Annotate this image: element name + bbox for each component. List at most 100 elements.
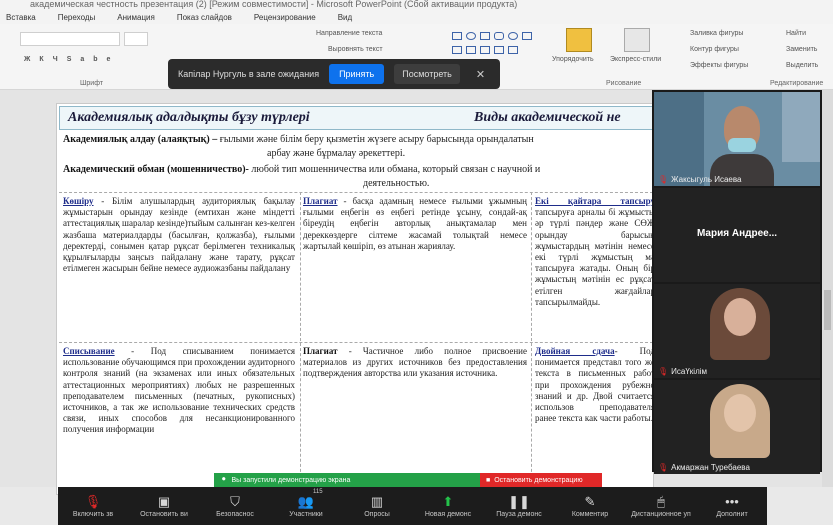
video-tile-participant-1[interactable]: 🎙 Жаксыгуль Исаева: [654, 92, 820, 186]
remote-control-icon: 🖱: [657, 493, 665, 509]
shape-fill-button[interactable]: Заливка фигуры: [690, 30, 743, 37]
mic-muted-icon: 🎙: [658, 463, 669, 472]
unmute-button[interactable]: 🎙 Включить зв: [62, 487, 124, 525]
select-button[interactable]: Выделить: [786, 62, 818, 69]
slide-canvas[interactable]: Академиялық адалдықты бұзу түрлері Виды …: [56, 103, 654, 495]
font-group-label: Шрифт: [80, 80, 104, 87]
face-mask: [728, 138, 756, 152]
polls-icon: ▥: [370, 493, 384, 509]
definition-ru-body: любой тип мошенничества или обмана, кото…: [248, 164, 541, 175]
copying-ru-term: Списывание: [63, 346, 115, 356]
annotate-button[interactable]: ✎ Комментир: [559, 487, 621, 525]
polls-button[interactable]: ▥ Опросы: [346, 487, 408, 525]
rectangle-shape-icon[interactable]: [452, 32, 462, 40]
copying-kz-block: Көшіру - Білім алушылардың аудиториялық …: [63, 196, 295, 274]
mic-off-icon: 🎙: [84, 493, 102, 509]
copying-kz-text: - Білім алушылардың аудиториялық бақылау…: [63, 196, 295, 274]
window-background: [782, 92, 820, 162]
menu-item-animations[interactable]: Анимация: [117, 13, 155, 22]
video-tile-participant-4[interactable]: 🎙 Акмаржан Туребаева: [654, 380, 820, 474]
menu-item-view[interactable]: Вид: [338, 13, 352, 22]
line-shape-icon[interactable]: [480, 32, 490, 40]
circle-shape-icon[interactable]: [508, 32, 518, 40]
star-shape-icon[interactable]: [508, 46, 518, 54]
divider-top: [59, 192, 653, 193]
screen-share-bar: ⏺ Вы запустили демонстрацию экрана ■ Остан…: [214, 473, 602, 487]
copying-kz-term: Көшіру: [63, 196, 94, 206]
meeting-toolbar: 🎙 Включить зв ▣ Остановить ви ⛉ Безопасн…: [58, 487, 767, 525]
pause-icon: ❚❚: [508, 493, 530, 509]
video-icon: ▣: [157, 493, 171, 509]
menu-item-review[interactable]: Рецензирование: [254, 13, 316, 22]
arrange-button[interactable]: Упорядочить: [552, 56, 594, 63]
font-style-buttons[interactable]: ЖКЧSabe: [24, 56, 119, 63]
bookshelf-background: [654, 92, 704, 186]
triangle-shape-icon[interactable]: [452, 46, 462, 54]
font-size-select[interactable]: [124, 32, 148, 46]
menu-item-insert[interactable]: Вставка: [6, 13, 36, 22]
pause-share-button[interactable]: ❚❚ Пауза демонс: [488, 487, 550, 525]
double-submit-kz-block: Екі қайтара тапсыру тапсыруға арналы бі …: [535, 196, 654, 308]
mic-muted-icon: 🎙: [658, 175, 669, 184]
shape-effects-button[interactable]: Эффекты фигуры: [690, 62, 748, 69]
share-status-icon: ⏺: [222, 476, 226, 483]
arrow-shape-icon[interactable]: [466, 46, 476, 54]
arrange-icon: [566, 28, 592, 52]
stop-icon: ■: [486, 476, 491, 484]
slide-title-right: Виды академической не: [474, 110, 621, 125]
plagiarism-ru-text: - Частичное либо полное присвоение матер…: [303, 346, 527, 379]
participants-icon: 👥: [297, 493, 315, 509]
more-icon: •••: [725, 493, 739, 509]
curve-shape-icon[interactable]: [494, 46, 504, 54]
vertical-scrollbar[interactable]: [822, 90, 833, 487]
video-tile-participant-2[interactable]: Мария Андрее...: [654, 188, 820, 282]
rounded-rect-icon[interactable]: [494, 32, 504, 40]
shape-outline-button[interactable]: Контур фигуры: [690, 46, 739, 53]
copying-ru-text: - Под списыванием понимается использован…: [63, 346, 295, 435]
bracket-shape-icon[interactable]: [480, 46, 490, 54]
font-family-select[interactable]: [20, 32, 120, 46]
find-button[interactable]: Найти: [786, 30, 806, 37]
oval-shape-icon[interactable]: [466, 32, 476, 40]
text-direction-button[interactable]: Направление текста: [316, 30, 382, 37]
square-shape-icon[interactable]: [522, 32, 532, 40]
accept-button[interactable]: Принять: [329, 64, 385, 84]
double-submit-ru-term: Двойная сдача: [535, 346, 615, 356]
stop-video-button[interactable]: ▣ Остановить ви: [133, 487, 195, 525]
slide-title-left: Академиялық адалдықты бұзу түрлері: [68, 110, 310, 125]
share-screen-icon: ⬆: [442, 493, 454, 509]
security-button[interactable]: ⛉ Безопаснос: [204, 487, 266, 525]
participant-face: [724, 298, 756, 336]
new-share-button[interactable]: ⬆ Новая демонс: [417, 487, 479, 525]
quick-styles-button[interactable]: Экспресс-стили: [610, 56, 661, 63]
more-button[interactable]: ••• Дополнит: [701, 487, 763, 525]
share-status: ⏺ Вы запустили демонстрацию экрана: [214, 473, 480, 487]
participants-button[interactable]: 👥 115 Участники: [275, 487, 337, 525]
video-tile-participant-3[interactable]: 🎙 ИсаҮкілім: [654, 284, 820, 378]
double-submit-ru-block: Двойная сдача- Под понимается представл …: [535, 346, 654, 424]
definition-ru: Академический обман (мошенничество)- люб…: [63, 164, 653, 176]
drawing-group-label: Рисование: [606, 80, 642, 87]
menu-bar: Вставка Переходы Анимация Показ слайдов …: [0, 10, 833, 24]
annotate-icon: ✎: [584, 493, 596, 509]
menu-item-slideshow[interactable]: Показ слайдов: [177, 13, 232, 22]
double-submit-ru-text: - Под понимается представл того же текст…: [535, 346, 654, 424]
remote-control-button[interactable]: 🖱 Дистанционное уп: [630, 487, 692, 525]
slide-title-bar: Академиялық адалдықты бұзу түрлері Виды …: [59, 106, 653, 130]
plagiarism-ru-block: Плагиат - Частичное либо полное присвоен…: [303, 346, 527, 380]
definition-kz: Академиялық алдау (алаяқтық) – ғылыми жә…: [63, 134, 653, 146]
quick-styles-icon: [624, 28, 650, 52]
align-text-button[interactable]: Выровнять текст: [328, 46, 383, 53]
definition-ru-head: Академический обман (мошенничество)-: [63, 164, 249, 175]
menu-item-transitions[interactable]: Переходы: [58, 13, 96, 22]
view-button[interactable]: Посмотреть: [394, 64, 460, 84]
plagiarism-kz-block: Плагиат - басқа адамның немесе ғылыми ұж…: [303, 196, 527, 252]
double-submit-kz-text: тапсыруға арналы бі жұмысты әр түрлі пән…: [535, 207, 654, 307]
window-title: академическая честность презентация (2) …: [0, 0, 833, 10]
replace-button[interactable]: Заменить: [786, 46, 817, 53]
stop-share-button[interactable]: ■ Остановить демонстрацию: [480, 473, 602, 487]
editing-group-label: Редактирование: [770, 80, 824, 87]
shield-icon: ⛉: [230, 493, 240, 509]
close-icon[interactable]: ✕: [476, 68, 485, 81]
scrollbar-thumb[interactable]: [824, 290, 831, 330]
